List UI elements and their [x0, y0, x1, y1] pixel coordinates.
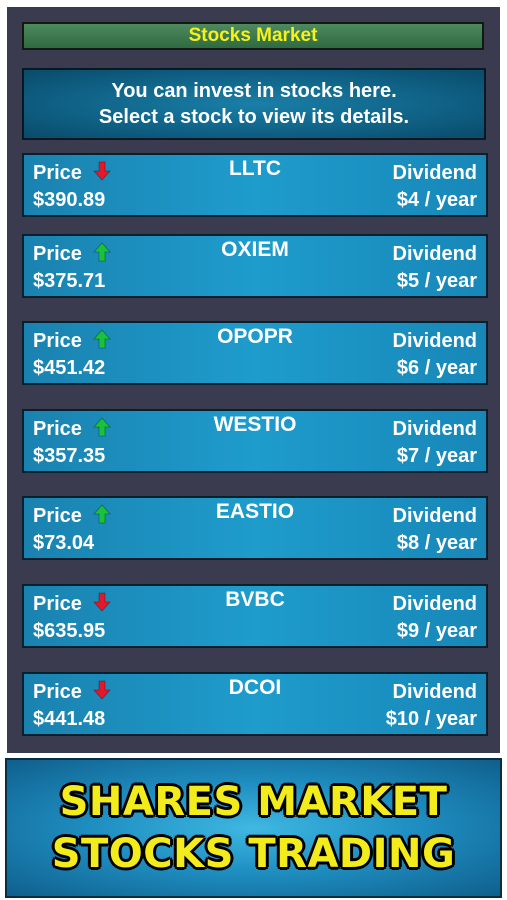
dividend-value: $6 / year: [396, 357, 477, 379]
dividend-label: Dividend: [392, 243, 477, 265]
dividend-value: $8 / year: [396, 532, 477, 554]
price-value: $441.48: [33, 708, 106, 730]
page-title-text: Stocks Market: [188, 25, 318, 46]
info-line-2: Select a stock to view its details.: [98, 106, 410, 128]
stock-row-lltc[interactable]: Price $390.89 LLTC Dividend $4 / year: [22, 153, 488, 217]
arrow-up-icon: [93, 242, 111, 262]
info-panel: You can invest in stocks here. Select a …: [22, 68, 486, 140]
arrow-down-icon: [93, 680, 111, 700]
price-value: $635.95: [33, 620, 106, 642]
dividend-label: Dividend: [392, 418, 477, 440]
dividend-value: $4 / year: [396, 189, 477, 211]
dividend-value: $10 / year: [385, 708, 477, 730]
price-value: $73.04: [33, 532, 95, 554]
dividend-value: $5 / year: [396, 270, 477, 292]
arrow-up-icon: [93, 417, 111, 437]
dividend-label: Dividend: [392, 593, 477, 615]
dividend-label: Dividend: [392, 505, 477, 527]
page-title: Stocks Market: [22, 22, 484, 50]
arrow-down-icon: [93, 161, 111, 181]
arrow-up-icon: [93, 329, 111, 349]
banner-line-2: STOCKS TRADING: [51, 831, 456, 877]
price-value: $357.35: [33, 445, 106, 467]
promo-banner: SHARES MARKET STOCKS TRADING: [5, 758, 502, 898]
stock-row-opopr[interactable]: Price $451.42 OPOPR Dividend $6 / year: [22, 321, 488, 385]
stock-row-eastio[interactable]: Price $73.04 EASTIO Dividend $8 / year: [22, 496, 488, 560]
stock-row-bvbc[interactable]: Price $635.95 BVBC Dividend $9 / year: [22, 584, 488, 648]
dividend-label: Dividend: [392, 330, 477, 352]
arrow-up-icon: [93, 504, 111, 524]
dividend-value: $9 / year: [396, 620, 477, 642]
info-line-1: You can invest in stocks here.: [111, 80, 397, 102]
stock-row-dcoi[interactable]: Price $441.48 DCOI Dividend $10 / year: [22, 672, 488, 736]
dividend-label: Dividend: [392, 162, 477, 184]
stock-row-oxiem[interactable]: Price $375.71 OXIEM Dividend $5 / year: [22, 234, 488, 298]
stock-row-westio[interactable]: Price $357.35 WESTIO Dividend $7 / year: [22, 409, 488, 473]
arrow-down-icon: [93, 592, 111, 612]
price-value: $390.89: [33, 189, 106, 211]
banner-line-1: SHARES MARKET: [59, 779, 448, 825]
dividend-label: Dividend: [392, 681, 477, 703]
price-value: $451.42: [33, 357, 106, 379]
price-value: $375.71: [33, 270, 106, 292]
dividend-value: $7 / year: [396, 445, 477, 467]
